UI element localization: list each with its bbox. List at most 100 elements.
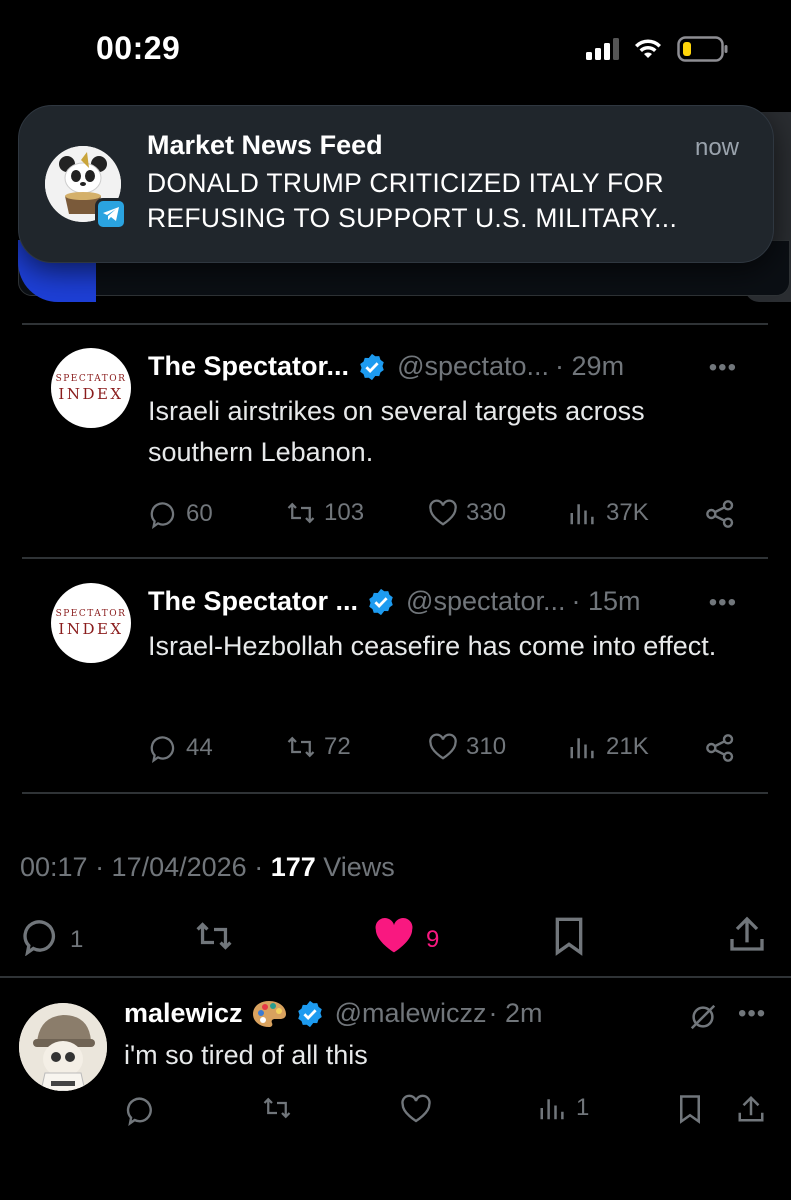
like-button[interactable]: 310: [428, 733, 506, 761]
analytics-icon: [568, 499, 598, 527]
divider: [22, 792, 768, 794]
author-name[interactable]: The Spectator...: [148, 351, 349, 382]
reply-icon: [124, 1094, 156, 1126]
reply-button[interactable]: [124, 1094, 156, 1126]
share-upload-icon: [736, 1094, 766, 1124]
more-options-icon[interactable]: •••: [738, 1000, 766, 1028]
author-name[interactable]: The Spectator ...: [148, 586, 358, 617]
verified-badge-icon: [295, 999, 325, 1029]
bookmark-icon: [550, 916, 588, 963]
tweet-timestamp: 00:17 · 17/04/2026 ·: [20, 852, 271, 882]
reply-actions: 1: [124, 1094, 774, 1128]
author-name[interactable]: malewicz: [124, 998, 243, 1029]
battery-icon: [677, 36, 729, 62]
analytics-icon: [538, 1094, 568, 1122]
repost-icon: [286, 733, 316, 761]
author-handle: @spectato...: [397, 351, 550, 381]
tweet-time: · 29m: [555, 351, 625, 381]
repost-count: 72: [324, 733, 351, 760]
divider: [22, 323, 768, 325]
views-button[interactable]: 1: [538, 1094, 589, 1122]
share-button[interactable]: [736, 1094, 766, 1124]
grok-icon[interactable]: [688, 1002, 718, 1037]
like-button[interactable]: [400, 1094, 432, 1124]
verified-badge-icon: [366, 587, 396, 617]
bookmark-button[interactable]: [676, 1094, 704, 1124]
tweet-actions: 44 72 310 21K: [148, 733, 748, 767]
main-tweet-actions: 1 9: [0, 912, 791, 962]
reply-count: 1: [70, 925, 84, 953]
like-button[interactable]: 9: [372, 916, 439, 963]
reply-header: malewicz @malewiczz · 2m: [124, 998, 543, 1029]
push-notification[interactable]: Market News Feed now DONALD TRUMP CRITIC…: [18, 105, 774, 263]
spectator-index-avatar[interactable]: SPECTATOR INDEX: [51, 348, 131, 428]
cellular-signal-icon: [586, 38, 619, 60]
tweet-text: Israel-Hezbollah ceasefire has come into…: [148, 631, 717, 661]
heart-icon: [428, 733, 458, 761]
share-button[interactable]: [704, 499, 736, 529]
views-count: 1: [576, 1094, 590, 1121]
reply-button[interactable]: 44: [148, 733, 213, 763]
views-button[interactable]: 21K: [568, 733, 649, 761]
reply-text: i'm so tired of all this: [124, 1040, 368, 1070]
repost-icon: [286, 499, 316, 527]
repost-count: 103: [324, 499, 365, 526]
verified-badge-icon: [357, 352, 387, 382]
author-handle: @spectator...: [406, 586, 566, 616]
repost-icon: [193, 918, 235, 961]
repost-button[interactable]: [193, 918, 235, 961]
reply-count: 44: [186, 734, 213, 761]
notification-body: DONALD TRUMP CRITICIZED ITALY FOR REFUSI…: [147, 168, 678, 233]
avatar-text: INDEX: [58, 384, 124, 403]
tweet-text: Israeli airstrikes on several targets ac…: [148, 396, 645, 467]
reply-icon: [20, 916, 60, 963]
like-count: 9: [426, 925, 440, 953]
tweet-meta: 00:17 · 17/04/2026 · 177 Views: [20, 852, 395, 883]
bookmark-button[interactable]: [550, 916, 588, 963]
share-icon: [704, 733, 736, 763]
heart-icon: [428, 499, 458, 527]
bookmark-icon: [676, 1094, 704, 1124]
reply-icon: [148, 499, 178, 529]
more-options-icon[interactable]: •••: [709, 589, 737, 617]
avatar-text: INDEX: [58, 619, 124, 638]
telegram-icon: [95, 198, 127, 230]
repost-button[interactable]: [262, 1094, 292, 1122]
views-label: Views: [315, 852, 395, 882]
status-time: 00:29: [96, 30, 181, 66]
avatar[interactable]: [19, 1003, 107, 1091]
more-options-icon[interactable]: •••: [709, 354, 737, 382]
share-button[interactable]: [728, 914, 766, 961]
reply-button[interactable]: 60: [148, 499, 213, 529]
views-button[interactable]: 37K: [568, 499, 649, 527]
wifi-icon: [633, 38, 663, 60]
repost-button[interactable]: 72: [286, 733, 351, 761]
share-upload-icon: [728, 914, 766, 961]
heart-icon: [400, 1094, 432, 1124]
reply-count: 60: [186, 500, 213, 527]
tweet-time: · 2m: [488, 998, 543, 1028]
notification-app-name: Market News Feed: [147, 130, 383, 160]
views-count: 37K: [606, 499, 649, 526]
tweet-time: · 15m: [571, 586, 641, 616]
like-count: 310: [466, 733, 507, 760]
like-button[interactable]: 330: [428, 499, 506, 527]
like-count: 330: [466, 499, 507, 526]
repost-icon: [262, 1094, 292, 1122]
tweet-actions: 60 103 330 37K: [148, 499, 748, 533]
reply-button[interactable]: 1: [20, 916, 83, 963]
author-handle: @malewiczz: [334, 998, 487, 1028]
views-count: 177: [270, 852, 316, 882]
share-icon: [704, 499, 736, 529]
tweet-header: The Spectator... @spectato... · 29m: [148, 351, 630, 382]
repost-button[interactable]: 103: [286, 499, 364, 527]
share-button[interactable]: [704, 733, 736, 763]
divider: [22, 557, 768, 559]
tweet-header: The Spectator ... @spectator... · 15m: [148, 586, 647, 617]
divider: [0, 976, 791, 978]
avatar-text: SPECTATOR: [55, 373, 127, 384]
notification-time: now: [694, 134, 739, 161]
reply-icon: [148, 733, 178, 763]
views-count: 21K: [606, 733, 649, 760]
spectator-index-avatar[interactable]: SPECTATOR INDEX: [51, 583, 131, 663]
